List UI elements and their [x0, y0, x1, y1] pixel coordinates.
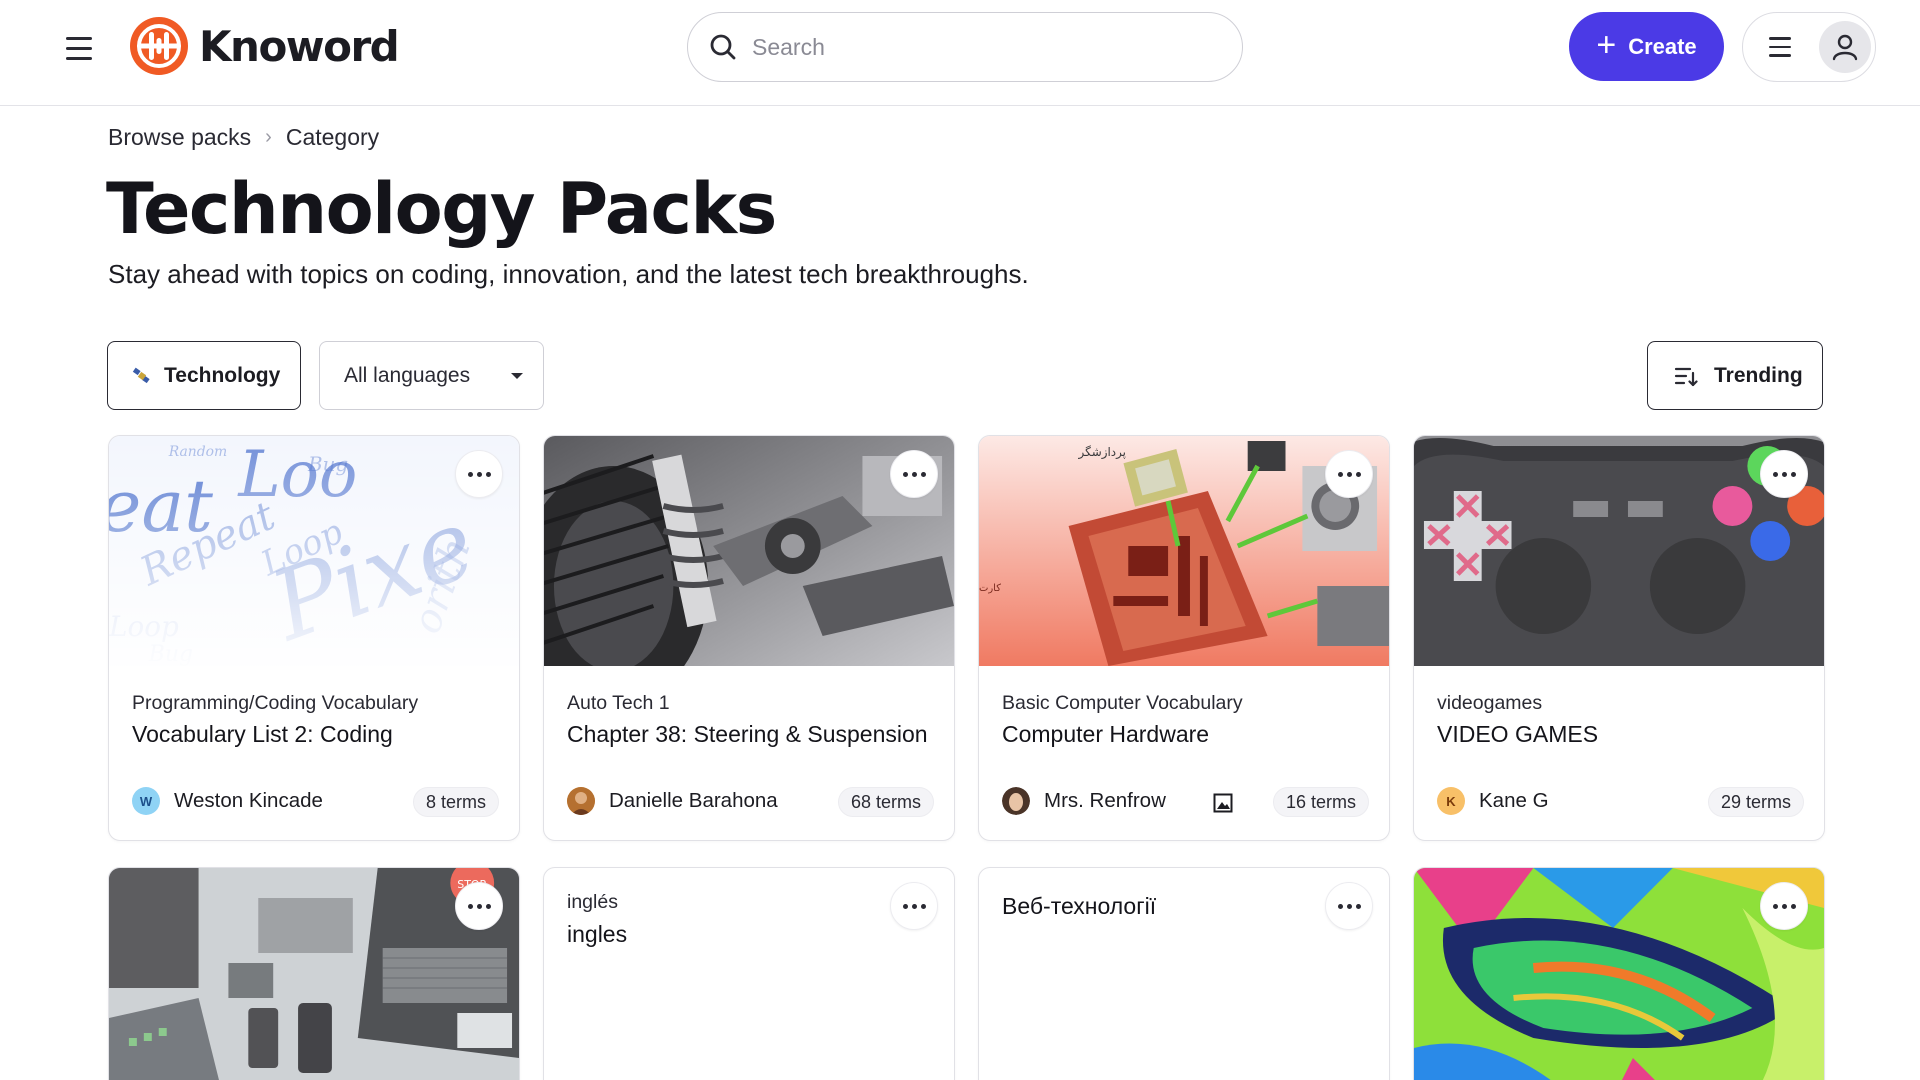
image-icon [1213, 793, 1233, 813]
chevron-right-icon: › [265, 126, 272, 148]
pack-author[interactable]: K Kane G [1437, 787, 1549, 815]
create-label: Create [1628, 33, 1697, 59]
satellite-icon [132, 367, 150, 383]
breadcrumb-browse-packs[interactable]: Browse packs [108, 124, 251, 151]
svg-text:کارت: کارت [979, 583, 1001, 594]
more-options-button[interactable] [890, 450, 938, 498]
logo-text: Knoword [199, 21, 400, 71]
more-options-button[interactable] [1760, 450, 1808, 498]
pack-card[interactable]: videogames VIDEO GAMES K Kane G 29 terms [1413, 435, 1825, 841]
pack-card[interactable]: پردازشگر کارت Basic Computer Vocabulary … [978, 435, 1390, 841]
knoword-logo-icon [130, 17, 188, 75]
breadcrumb-category[interactable]: Category [286, 124, 379, 151]
terms-count-badge: 29 terms [1707, 787, 1804, 817]
user-icon [1819, 21, 1871, 73]
search-input[interactable] [752, 33, 1222, 61]
user-menu-button[interactable] [1742, 12, 1876, 82]
breadcrumb: Browse packs › Category [108, 124, 379, 151]
pack-card[interactable] [1413, 867, 1825, 1080]
pack-author[interactable]: W Weston Kincade [132, 787, 323, 815]
menu-icon[interactable] [66, 30, 102, 66]
sort-button[interactable]: Trending [1647, 341, 1823, 410]
more-options-button[interactable] [890, 882, 938, 930]
pack-author[interactable]: Mrs. Renfrow [1002, 787, 1166, 815]
pack-card[interactable]: inglés ingles [543, 867, 955, 1080]
author-name: Danielle Barahona [609, 789, 778, 812]
author-name: Mrs. Renfrow [1044, 789, 1166, 812]
avatar: K [1437, 787, 1465, 815]
pack-title: Vocabulary List 2: Coding [132, 721, 393, 747]
pack-title: Веб-технології [1002, 893, 1157, 919]
pack-subject: Programming/Coding Vocabulary [132, 692, 419, 714]
svg-text:پردازشگر: پردازشگر [1078, 445, 1127, 460]
terms-count-badge: 68 terms [837, 787, 934, 817]
pack-subject: videogames [1437, 692, 1543, 714]
caret-down-icon [511, 372, 523, 379]
pack-card[interactable]: eat Loo Repeat Loop Pixe Loop Bug Bug Ra… [108, 435, 520, 841]
more-options-button[interactable] [1325, 450, 1373, 498]
sort-icon [1674, 367, 1698, 386]
pack-card[interactable]: Веб-технології [978, 867, 1390, 1080]
pack-title: ingles [567, 921, 628, 947]
search-bar[interactable] [687, 12, 1243, 82]
pack-title: Chapter 38: Steering & Suspension [567, 721, 928, 747]
terms-count-badge: 16 terms [1272, 787, 1369, 817]
language-select[interactable]: All languages [319, 341, 544, 410]
avatar [1002, 787, 1030, 815]
more-options-button[interactable] [455, 882, 503, 930]
avatar: W [132, 787, 160, 815]
pack-card[interactable]: STOP [108, 867, 520, 1080]
pack-subject: inglés [567, 891, 618, 913]
pack-author[interactable]: Danielle Barahona [567, 787, 778, 815]
author-name: Kane G [1479, 789, 1549, 812]
menu-icon [1769, 37, 1791, 57]
sort-label: Trending [1714, 363, 1803, 387]
more-options-button[interactable] [455, 450, 503, 498]
author-name: Weston Kincade [174, 789, 323, 812]
more-options-button[interactable] [1760, 882, 1808, 930]
more-options-button[interactable] [1325, 882, 1373, 930]
create-button[interactable]: + Create [1569, 12, 1724, 81]
page-title: Technology Packs [106, 168, 777, 250]
search-icon [710, 34, 736, 60]
pack-title: VIDEO GAMES [1437, 721, 1599, 747]
pack-title: Computer Hardware [1002, 721, 1210, 747]
terms-count-badge: 8 terms [412, 787, 499, 817]
plus-icon: + [1596, 26, 1617, 64]
logo[interactable]: Knoword [129, 16, 400, 76]
pack-subject: Basic Computer Vocabulary [1002, 692, 1243, 714]
language-select-value: All languages [344, 363, 471, 387]
avatar [567, 787, 595, 815]
pack-subject: Auto Tech 1 [567, 692, 670, 714]
page-subtitle: Stay ahead with topics on coding, innova… [108, 259, 1029, 289]
top-header: Knoword + Create [0, 0, 1920, 106]
category-filter-label: Technology [164, 363, 281, 387]
pack-card[interactable]: Auto Tech 1 Chapter 38: Steering & Suspe… [543, 435, 955, 841]
category-filter-button[interactable]: Technology [107, 341, 301, 410]
